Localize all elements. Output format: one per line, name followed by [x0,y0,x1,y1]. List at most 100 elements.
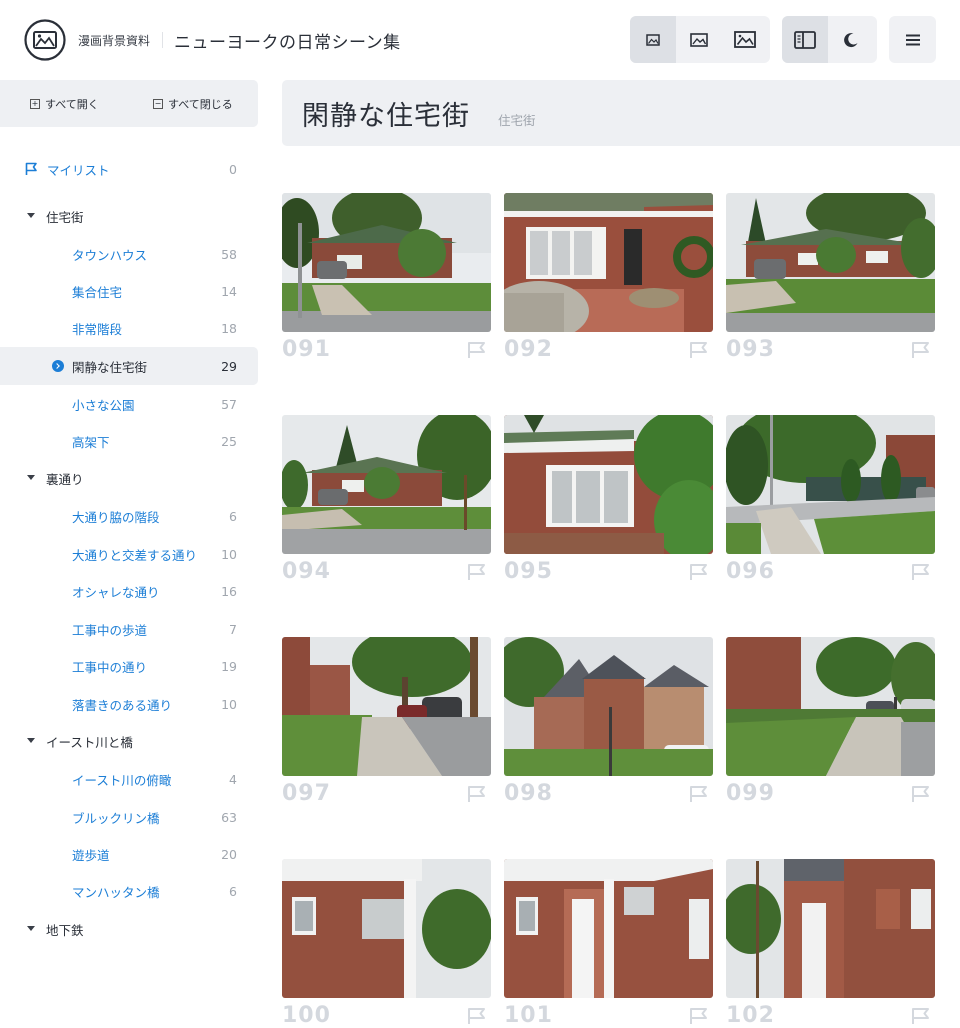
moon-icon [844,32,858,47]
photo-card[interactable]: 096 [726,415,935,584]
sidebar-item-promenade[interactable]: 遊歩道 20 [0,835,258,873]
photo-card[interactable]: 094 [282,415,491,584]
sidebar-item-sidewalk-construction[interactable]: 工事中の歩道 7 [0,610,258,648]
sidebar-item-brooklyn-bridge[interactable]: ブルックリン橋 63 [0,798,258,836]
sidebar-group-backstreet[interactable]: 裏通り [0,459,258,497]
sidebar-item-river-overview[interactable]: イースト川の俯瞰 4 [0,760,258,798]
collection-title: ニューヨークの日常シーン集 [174,33,401,53]
item-label: 大通り脇の階段 [72,509,160,525]
flag-icon[interactable] [911,1007,931,1025]
photo-number: 100 [282,1003,331,1028]
item-count: 7 [229,621,237,637]
site-name[interactable]: 漫画背景資料 [78,32,150,49]
item-count: 18 [221,320,237,336]
picture-frame-icon[interactable] [24,19,66,61]
sidebar-item-cross-street[interactable]: 大通りと交差する通り 10 [0,535,258,573]
caret-down-icon [27,738,35,743]
thumb-small-button[interactable] [630,16,676,63]
thumb-medium-button[interactable] [676,16,722,63]
sidebar-item-stylish-street[interactable]: オシャレな通り 16 [0,572,258,610]
photo-thumbnail[interactable] [504,193,713,332]
photo-thumbnail[interactable] [726,859,935,998]
caret-down-icon [27,926,35,931]
photo-card[interactable]: 092 [504,193,713,362]
photo-thumbnail[interactable] [282,637,491,776]
photo-thumbnail[interactable] [726,637,935,776]
group-label: 住宅街 [46,209,84,225]
photo-thumbnail[interactable] [504,859,713,998]
caret-down-icon [27,475,35,480]
image-medium-icon [690,32,708,47]
photo-card[interactable]: 091 [282,193,491,362]
item-count: 29 [221,358,237,374]
photo-card[interactable]: 095 [504,415,713,584]
group-label: 地下鉄 [46,922,84,938]
image-small-icon [646,33,660,46]
menu-button[interactable] [889,16,936,63]
photo-thumbnail[interactable] [726,193,935,332]
photo-number: 094 [282,559,331,584]
flag-icon[interactable] [467,341,487,359]
photo-thumbnail[interactable] [726,415,935,554]
photo-number: 102 [726,1003,775,1028]
photo-card[interactable]: 101 [504,859,713,1028]
sidebar-item-townhouse[interactable]: タウンハウス 58 [0,235,258,273]
flag-icon[interactable] [689,341,709,359]
item-count: 14 [221,283,237,299]
photo-thumbnail[interactable] [282,415,491,554]
item-label: 非常階段 [72,321,123,337]
sidebar-group-residential[interactable]: 住宅街 [0,197,258,235]
sidebar-item-under-elevated[interactable]: 高架下 25 [0,422,258,460]
item-label: 落書きのある通り [72,697,173,713]
photo-thumbnail[interactable] [282,859,491,998]
breadcrumb-parent[interactable]: 住宅街 [498,110,536,129]
sidebar-item-mylist[interactable]: マイリスト 0 [0,150,258,188]
photo-thumbnail[interactable] [504,415,713,554]
dark-mode-button[interactable] [828,16,874,63]
photo-card[interactable]: 100 [282,859,491,1028]
photo-card[interactable]: 097 [282,637,491,806]
sidebar-item-manhattan-bridge[interactable]: マンハッタン橋 6 [0,872,258,910]
sidebar-item-quiet-residential[interactable]: 閑静な住宅街 29 [0,347,258,385]
photo-card[interactable]: 099 [726,637,935,806]
flag-icon[interactable] [911,785,931,803]
flag-icon [25,162,37,175]
collapse-all-button[interactable]: − すべて閉じる [153,96,233,112]
sidebar-item-street-construction[interactable]: 工事中の通り 19 [0,647,258,685]
flag-icon[interactable] [911,341,931,359]
item-count: 4 [229,771,237,787]
item-count: 6 [229,508,237,524]
item-label: ブルックリン橋 [72,810,160,826]
sidebar-group-subway[interactable]: 地下鉄 [0,910,258,948]
photo-card[interactable]: 102 [726,859,935,1028]
sidebar-item-stairs-by-avenue[interactable]: 大通り脇の階段 6 [0,497,258,535]
flag-icon[interactable] [689,1007,709,1025]
sidebar-item-fire-escape[interactable]: 非常階段 18 [0,309,258,347]
flag-icon[interactable] [911,563,931,581]
flag-icon[interactable] [689,785,709,803]
sidebar-item-small-park[interactable]: 小さな公園 57 [0,385,258,423]
flag-icon[interactable] [467,785,487,803]
item-label: 高架下 [72,434,110,450]
item-count: 58 [221,246,237,262]
header-divider [162,32,163,48]
view-options-group [782,16,877,63]
thumb-large-button[interactable] [722,16,768,63]
item-label: タウンハウス [72,247,148,263]
plus-square-icon: + [30,99,40,109]
item-count: 6 [229,883,237,899]
flag-icon[interactable] [467,563,487,581]
sidebar-item-graffiti-street[interactable]: 落書きのある通り 10 [0,685,258,723]
photo-number: 093 [726,337,775,362]
photo-card[interactable]: 093 [726,193,935,362]
photo-card[interactable]: 098 [504,637,713,806]
flag-icon[interactable] [689,563,709,581]
sidebar-toggle-button[interactable] [782,16,828,63]
expand-all-button[interactable]: + すべて開く [30,96,99,112]
flag-icon[interactable] [467,1007,487,1025]
photo-thumbnail[interactable] [504,637,713,776]
photo-thumbnail[interactable] [282,193,491,332]
category-sidebar: + すべて開く − すべて閉じる マイリスト 0 住宅街 タウンハウス 58 集合… [0,80,258,960]
sidebar-item-apartment[interactable]: 集合住宅 14 [0,272,258,310]
sidebar-group-east-river[interactable]: イースト川と橋 [0,722,258,760]
